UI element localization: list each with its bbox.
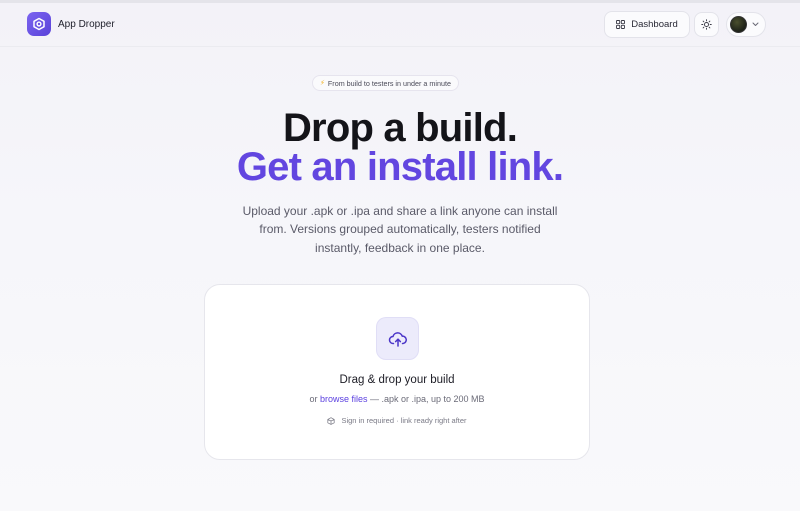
- hero-title-line-1: Drop a build.: [282, 106, 518, 150]
- brand[interactable]: App Dropper: [27, 12, 115, 36]
- account-menu-button[interactable]: [726, 12, 766, 37]
- dashboard-button[interactable]: Dashboard: [604, 11, 690, 38]
- browse-files-link[interactable]: browse files: [320, 394, 368, 404]
- chevron-down-icon: [752, 22, 759, 26]
- tagline-badge-text: From build to testers in under a minute: [327, 78, 451, 88]
- dropzone-note: Sign in required · link ready right afte…: [205, 416, 589, 425]
- theme-toggle-button[interactable]: [694, 12, 719, 37]
- cloud-upload-icon: [376, 317, 419, 360]
- dropzone-sub-suffix: — .apk or .ipa, up to 200 MB: [367, 394, 485, 404]
- package-icon: [327, 416, 336, 425]
- hero-title-line-2: Get an install link.: [236, 145, 564, 189]
- dropzone-sub-prefix: or: [309, 394, 320, 404]
- bolt-icon: ⚡: [320, 80, 325, 87]
- top-nav: App Dropper Dashboard: [0, 3, 800, 47]
- dropzone-title: Drag & drop your build: [339, 374, 455, 386]
- dropzone-subtitle: or browse files — .apk or .ipa, up to 20…: [205, 394, 589, 404]
- upload-dropzone[interactable]: Drag & drop your build or browse files —…: [204, 284, 590, 460]
- dashboard-label: Dashboard: [631, 19, 678, 30]
- tagline-badge: ⚡ From build to testers in under a minut…: [312, 75, 459, 91]
- grid-icon: [616, 20, 626, 29]
- dropzone-note-text: Sign in required · link ready right afte…: [341, 416, 467, 425]
- cube-logo-icon: [27, 12, 51, 36]
- brand-name: App Dropper: [58, 18, 115, 30]
- sun-icon: [701, 19, 712, 30]
- avatar: [730, 16, 747, 33]
- hero-description: Upload your .apk or .ipa and share a lin…: [242, 204, 558, 255]
